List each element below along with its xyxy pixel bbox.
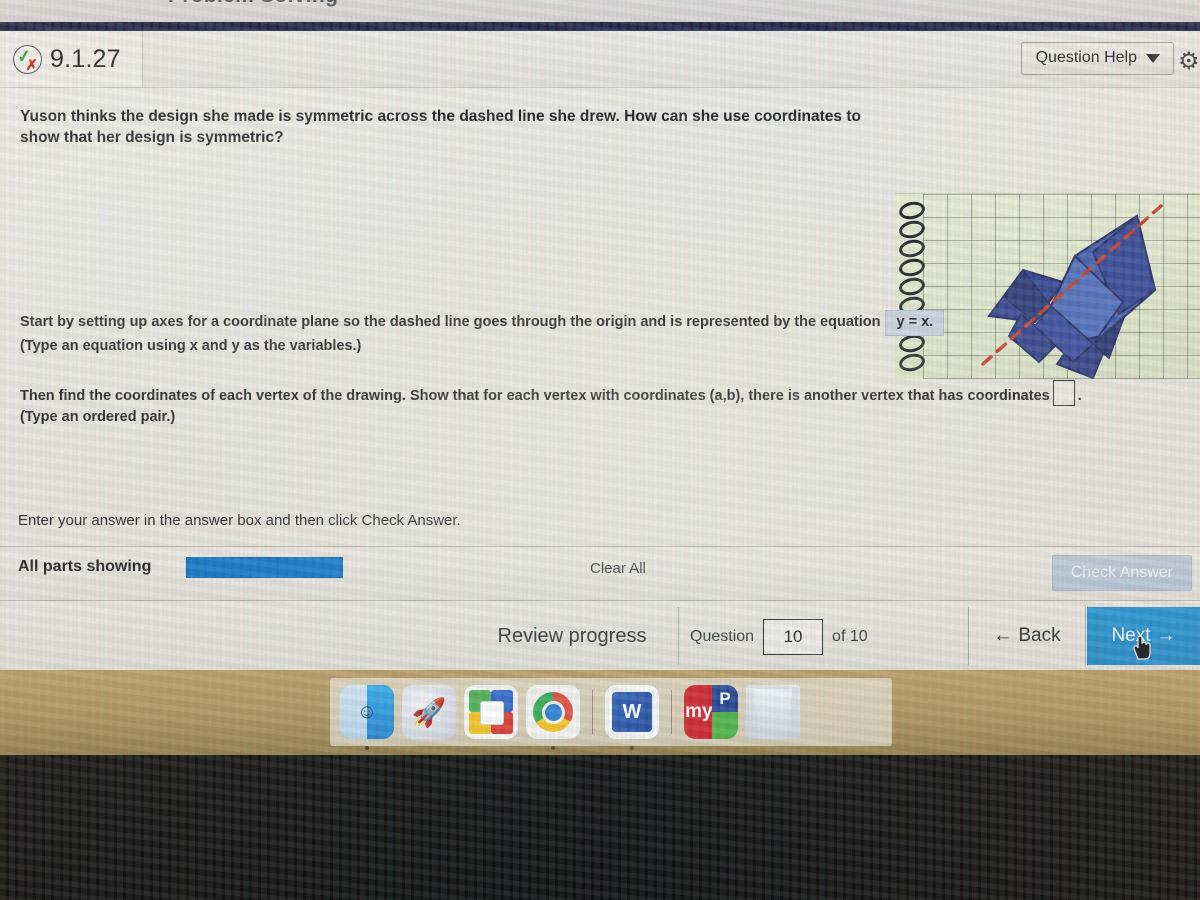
review-progress-button[interactable]: Review progress — [466, 607, 679, 665]
back-button[interactable]: ← Back — [968, 607, 1086, 665]
pasco-right-glyph: P — [712, 685, 738, 714]
equation-answer-field[interactable]: y = x. — [885, 310, 945, 337]
check-and-x-icon: ✓ ✗ — [13, 44, 42, 74]
question-word-label: Question — [690, 628, 755, 645]
next-arrow-icon: → — [1156, 625, 1176, 646]
tiles-app-icon[interactable] — [464, 685, 518, 739]
cropped-page-title-strip: Problem Solving — [0, 0, 1200, 22]
gear-icon[interactable]: ⚙ — [1178, 49, 1200, 75]
question-id-label: 9.1.27 — [50, 44, 121, 73]
instruction-part-2: Then find the coordinates of each vertex… — [20, 380, 1160, 428]
finder-face-glyph: ☺ — [356, 700, 378, 723]
dock-divider — [671, 690, 672, 734]
chrome-ring-glyph — [533, 692, 573, 732]
instruction-part-1: Start by setting up axes for a coordinat… — [20, 310, 1020, 357]
part1-hint: (Type an equation using x and y as the v… — [20, 338, 362, 355]
part1-text: Start by setting up axes for a coordinat… — [20, 314, 881, 330]
question-id-box: ✓ ✗ 9.1.27 — [0, 31, 143, 87]
back-label: Back — [1018, 625, 1061, 646]
question-stem: Yuson thinks the design she made is symm… — [20, 108, 861, 147]
ordered-pair-answer-field[interactable] — [1052, 380, 1075, 406]
part2-text: Then find the coordinates of each vertex… — [20, 388, 1050, 404]
macos-dock: ☺ 🚀 W my P — [330, 678, 892, 750]
dock-divider — [592, 690, 593, 734]
check-answer-button[interactable]: Check Answer — [1051, 555, 1192, 591]
parts-bar: All parts showing Clear All Check Answer — [0, 546, 1200, 601]
pasco-green-block — [712, 712, 738, 739]
chevron-down-icon — [1146, 53, 1160, 63]
photographed-screen: Problem Solving ✓ ✗ 9.1.27 Question Help… — [0, 0, 1200, 755]
back-arrow-icon: ← — [993, 625, 1013, 646]
rocket-glyph: 🚀 — [411, 696, 447, 728]
all-parts-showing-label: All parts showing — [18, 558, 152, 575]
enter-answer-note: Enter your answer in the answer box and … — [18, 512, 461, 529]
mypasco-connect-icon[interactable]: my P — [684, 685, 738, 739]
clear-all-button[interactable]: Clear All — [590, 560, 646, 577]
question-number-group: Question 10 of 10 — [690, 619, 868, 655]
navigation-bar: Review progress Question 10 of 10 ← Back… — [0, 600, 1200, 671]
question-body: Yuson thinks the design she made is symm… — [0, 87, 1200, 508]
running-indicator-dot — [551, 746, 555, 750]
red-x-glyph: ✗ — [25, 56, 38, 74]
word-icon[interactable]: W — [605, 685, 659, 750]
question-help-label: Question Help — [1035, 49, 1137, 66]
running-indicator-dot — [365, 746, 369, 750]
pasco-left-glyph: my — [684, 685, 714, 739]
finder-icon[interactable]: ☺ — [340, 685, 394, 750]
navy-divider-bar — [0, 22, 1200, 31]
question-help-button[interactable]: Question Help — [1020, 42, 1174, 75]
question-header: ✓ ✗ 9.1.27 Question Help ⚙ — [0, 31, 1200, 87]
part2-hint: (Type an ordered pair.) — [20, 409, 176, 426]
running-indicator-dot — [630, 746, 634, 750]
monitor-bezel — [0, 755, 1200, 900]
word-glyph: W — [612, 692, 652, 732]
part2-trailing: . — [1077, 388, 1082, 404]
parts-progress-bar — [186, 557, 343, 578]
chrome-icon[interactable] — [526, 685, 580, 750]
question-number-input[interactable]: 10 — [763, 619, 824, 655]
cropped-page-title: Problem Solving — [168, 0, 338, 8]
pointing-hand-cursor — [1133, 635, 1151, 660]
launchpad-icon[interactable]: 🚀 — [402, 685, 456, 739]
question-total-label: of 10 — [832, 628, 868, 645]
trash-icon[interactable] — [746, 685, 800, 739]
